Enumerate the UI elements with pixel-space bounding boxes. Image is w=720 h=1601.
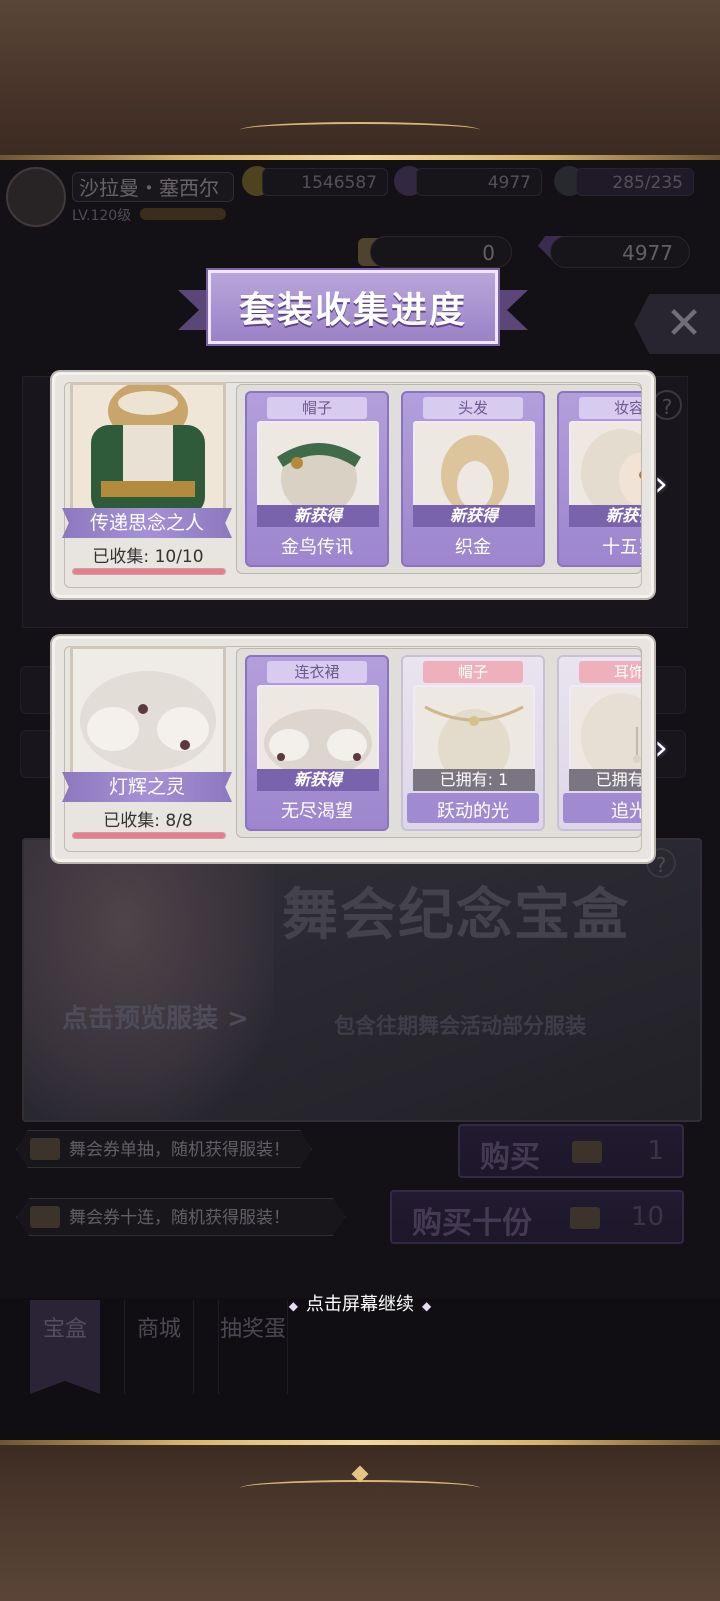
item-category: 连衣裙 <box>267 661 367 683</box>
progress-fill <box>73 569 225 574</box>
modal-title-box: 套装收集进度 <box>208 270 498 344</box>
items-scroller[interactable]: 连衣裙 新获得 无尽渴望 帽子 已拥有: 1 跃动的光 耳饰 已拥 追 <box>236 648 642 838</box>
set-portrait <box>70 646 226 782</box>
collected-label: 已收集: <box>103 811 160 831</box>
item-status-tag: 已拥有: 1 <box>413 769 535 791</box>
item-status-tag: 新获得 <box>413 505 535 527</box>
item-name: 金鸟传讯 <box>281 537 353 558</box>
set-portrait <box>70 382 226 518</box>
item-card[interactable]: 帽子 已拥有: 1 跃动的光 <box>401 655 545 831</box>
collected-value: 10/10 <box>154 547 204 567</box>
collected-value: 8/8 <box>165 811 193 831</box>
item-category: 头发 <box>423 397 523 419</box>
item-status-tag: 新获得 <box>569 505 641 527</box>
item-card[interactable]: 妆容 新获得 十五岁 <box>557 391 641 567</box>
sparkle-icon: ◆ <box>422 1299 432 1313</box>
set-card: 灯辉之灵 已收集: 8/8 连衣裙 新获得 无尽渴望 帽子 已拥有: 1 跃动的… <box>52 636 654 862</box>
portrait-white-dress <box>73 649 223 779</box>
tap-to-continue[interactable]: ◆ 点击屏幕继续 ◆ <box>0 1290 720 1316</box>
collected-count: 已收集: 8/8 <box>70 806 226 831</box>
set-name: 传递思念之人 <box>62 508 232 538</box>
collection-progress-bar <box>72 568 226 575</box>
set-name: 灯辉之灵 <box>62 772 232 802</box>
item-card[interactable]: 连衣裙 新获得 无尽渴望 <box>245 655 389 831</box>
item-category: 耳饰 <box>579 661 641 683</box>
portrait-green-outfit <box>73 385 223 515</box>
progress-fill <box>73 833 225 838</box>
item-card[interactable]: 帽子 新获得 金鸟传讯 <box>245 391 389 567</box>
item-category: 帽子 <box>267 397 367 419</box>
item-status-tag: 新获得 <box>257 769 379 791</box>
scroll-right-icon[interactable]: › <box>650 730 672 766</box>
item-category: 妆容 <box>579 397 641 419</box>
item-card[interactable]: 头发 新获得 织金 <box>401 391 545 567</box>
item-name: 追光 <box>611 801 641 822</box>
item-category: 帽子 <box>423 661 523 683</box>
modal-title: 套装收集进度 <box>238 289 467 331</box>
item-status-tag: 已拥有: 1 <box>569 769 641 791</box>
top-ornament <box>240 122 480 138</box>
sparkle-icon: ◆ <box>288 1299 298 1313</box>
collected-label: 已收集: <box>92 547 150 567</box>
item-name: 十五岁 <box>602 537 641 558</box>
scroll-right-icon[interactable]: › <box>650 466 672 502</box>
collection-progress-bar <box>72 832 226 839</box>
item-name: 跃动的光 <box>437 801 509 822</box>
item-name: 织金 <box>455 537 491 558</box>
continue-text: 点击屏幕继续 <box>306 1294 414 1315</box>
item-status-tag: 新获得 <box>257 505 379 527</box>
items-scroller[interactable]: 帽子 新获得 金鸟传讯 头发 新获得 织金 妆容 新获 十五 <box>236 384 642 574</box>
item-card[interactable]: 耳饰 已拥有: 1 追光 <box>557 655 641 831</box>
collected-count: 已收集: 10/10 <box>70 542 226 567</box>
modal-header: 套装收集进度 <box>178 270 528 352</box>
item-name: 无尽渴望 <box>281 801 353 822</box>
bottom-frame <box>0 1440 720 1601</box>
set-card: 传递思念之人 已收集: 10/10 帽子 新获得 金鸟传讯 头发 新获得 织金 … <box>52 372 654 598</box>
